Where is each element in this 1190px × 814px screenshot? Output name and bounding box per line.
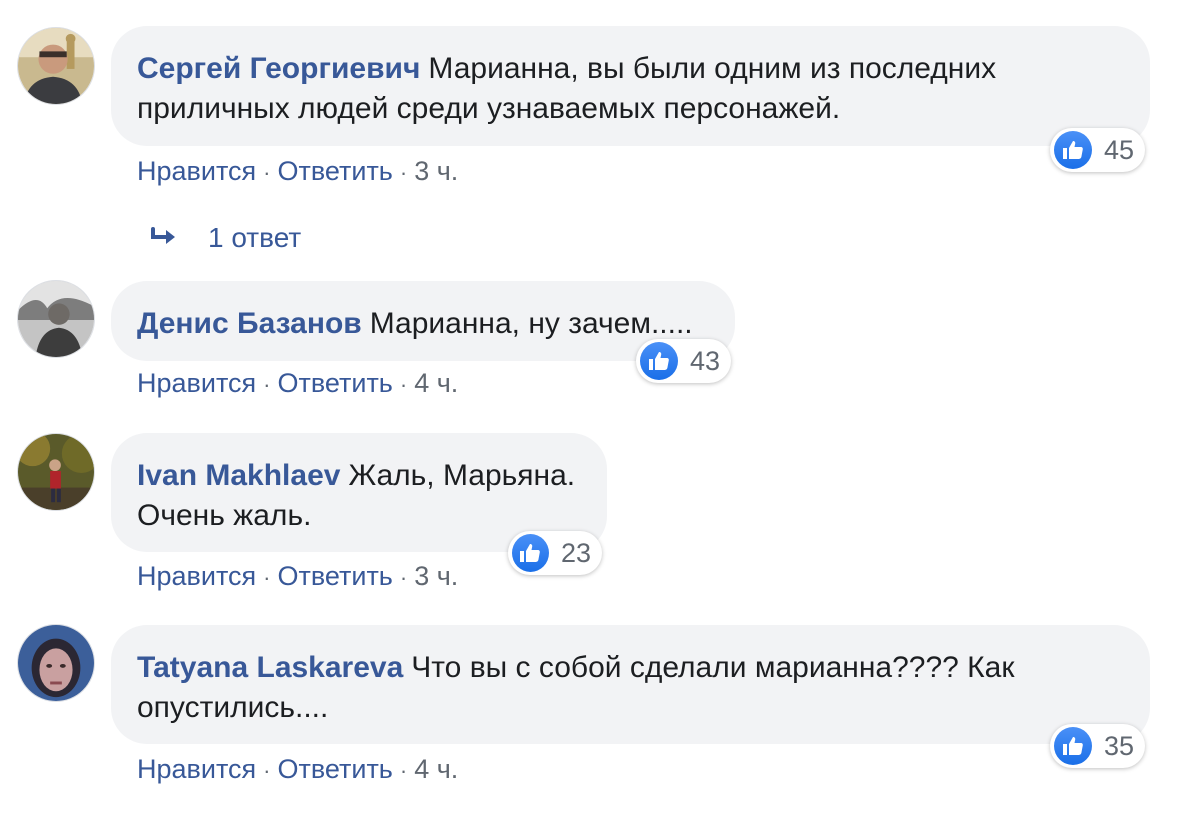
thumbs-up-icon (640, 342, 678, 380)
reactions-summary[interactable]: 45 (1050, 128, 1145, 172)
comment-text: Что вы с собой сделали марианна???? Как (411, 651, 1015, 684)
comment-time[interactable]: 3 ч. (414, 561, 458, 591)
view-replies-link[interactable]: 1 ответ (150, 222, 301, 254)
thumbs-up-icon (1054, 131, 1092, 169)
like-link[interactable]: Нравится (137, 561, 256, 591)
avatar-photo (18, 625, 94, 701)
avatar[interactable] (17, 433, 95, 511)
avatar-photo (18, 434, 94, 510)
comment-actions: Нравится · Ответить · 4 ч. (137, 754, 459, 784)
reactions-summary[interactable]: 43 (636, 339, 731, 383)
comment-author[interactable]: Сергей Георгиевич (137, 52, 420, 85)
comment-actions: Нравится · Ответить · 4 ч. (137, 368, 459, 398)
comment-text: Марианна, ну зачем..... (369, 307, 693, 340)
avatar[interactable] (17, 280, 95, 358)
avatar-photo (18, 281, 94, 357)
thumbs-up-icon (512, 534, 549, 572)
comment-time[interactable]: 4 ч. (414, 754, 458, 784)
comment-author[interactable]: Tatyana Laskareva (137, 651, 403, 684)
comment-bubble: Tatyana Laskareva Что вы с собой сделали … (111, 625, 1150, 744)
reply-link[interactable]: Ответить (277, 561, 392, 591)
reactions-summary[interactable]: 23 (508, 531, 602, 575)
comment-text: опустились.... (137, 691, 329, 724)
avatar[interactable] (17, 27, 95, 105)
comment-text: Очень жаль. (137, 499, 312, 532)
like-link[interactable]: Нравится (137, 754, 256, 784)
comment-author[interactable]: Денис Базанов (137, 307, 362, 340)
comment-author[interactable]: Ivan Makhlaev (137, 459, 340, 492)
reaction-count: 23 (560, 537, 591, 568)
comment-text: приличных людей среди узнаваемых персона… (137, 92, 841, 125)
comment-time[interactable]: 3 ч. (414, 156, 458, 186)
avatar-photo (18, 28, 94, 104)
comment-text: Жаль, Марьяна. (348, 459, 576, 492)
comment-text: Марианна, вы были одним из последних (428, 52, 997, 85)
reply-link[interactable]: Ответить (277, 156, 392, 186)
comment-actions: Нравится · Ответить · 3 ч. (137, 561, 459, 591)
reactions-summary[interactable]: 35 (1050, 724, 1145, 768)
reply-link[interactable]: Ответить (277, 368, 392, 398)
reaction-count: 43 (689, 345, 720, 376)
comment-bubble: Сергей Георгиевич Марианна, вы были одним… (111, 26, 1150, 146)
comment-actions: Нравится · Ответить · 3 ч. (137, 156, 459, 186)
reaction-count: 45 (1103, 134, 1134, 165)
replies-count-label[interactable]: 1 ответ (208, 222, 301, 254)
like-link[interactable]: Нравится (137, 156, 256, 186)
thumbs-up-icon (1054, 727, 1092, 765)
like-link[interactable]: Нравится (137, 368, 256, 398)
reply-arrow-icon (151, 227, 175, 244)
comment-time[interactable]: 4 ч. (414, 368, 458, 398)
avatar[interactable] (17, 624, 95, 702)
reply-link[interactable]: Ответить (277, 754, 392, 784)
reaction-count: 35 (1103, 730, 1134, 761)
